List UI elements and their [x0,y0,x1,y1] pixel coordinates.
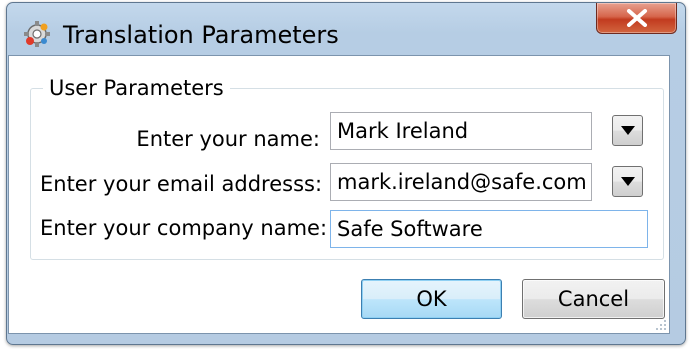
cancel-button[interactable]: Cancel [522,279,665,319]
translation-app-icon [22,19,52,49]
window-title: Translation Parameters [63,21,339,49]
resize-grip[interactable] [654,318,668,332]
name-label: Enter your name: [136,127,320,151]
name-dropdown-button[interactable] [612,115,643,146]
company-label: Enter your company name: [40,216,328,240]
close-button[interactable] [596,3,677,34]
email-dropdown-button[interactable] [612,166,643,197]
title-bar[interactable]: Translation Parameters [7,3,685,59]
ok-button[interactable]: OK [361,279,502,319]
company-field[interactable] [330,210,648,248]
email-field[interactable] [330,163,592,201]
group-label: User Parameters [43,76,230,100]
email-label: Enter your email addresss: [40,172,323,196]
name-field[interactable] [330,112,592,150]
